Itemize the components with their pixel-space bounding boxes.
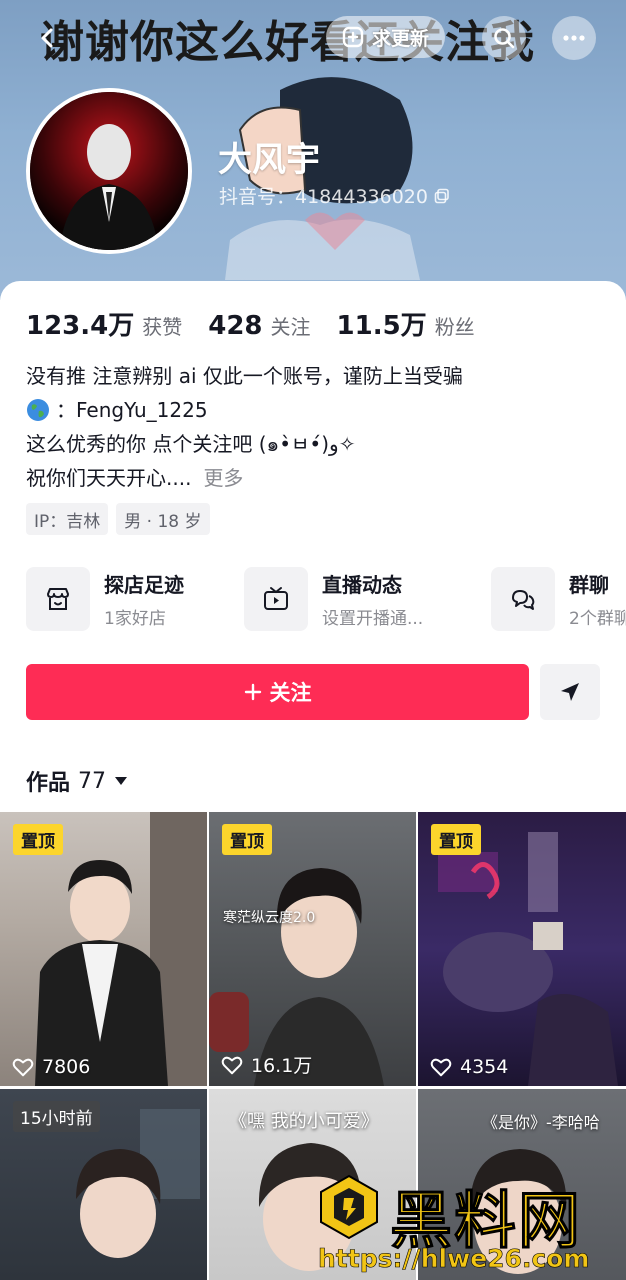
stat-following-value: 428 [208,311,263,341]
stat-followers[interactable]: 11.5万 粉丝 [337,305,475,342]
tv-icon [264,587,288,610]
douyin-id-text: 抖音号：41844336020 [219,186,428,208]
feature-title: 直播动态 [322,573,402,597]
stats-row: 123.4万 获赞 428 关注 11.5万 粉丝 [26,305,501,342]
globe-icon [27,399,49,421]
pinned-badge: 置顶 [431,824,481,855]
plus-icon [244,683,261,701]
feature-shop-visits[interactable]: 探店足迹 1家好店 [26,567,184,631]
video-tile[interactable]: 置顶 7806 [0,812,207,1086]
heart-outline-icon [12,1058,34,1077]
video-overlay-caption: 寒茫纵云度2.0 [223,910,316,926]
profile-tags: IP：吉林 男 · 18 岁 [26,503,210,535]
posted-time-badge: 15小时前 [13,1101,100,1132]
video-tile[interactable]: 置顶 寒茫纵云度2.0 16.1万 [209,812,416,1086]
stat-likes-value: 123.4万 [26,311,135,341]
video-likes-count: 7806 [42,1056,91,1078]
follow-button[interactable]: 关注 [26,664,529,720]
feature-live-updates[interactable]: 直播动态 设置开播通... [244,567,423,631]
copy-icon[interactable] [434,188,450,204]
stat-followers-label: 粉丝 [434,315,475,339]
douyin-id[interactable]: 抖音号：41844336020 [219,182,450,209]
ip-location-tag: IP：吉林 [26,503,109,535]
profile-name: 大风宇 [218,140,320,180]
video-likes: 4354 [430,1056,508,1078]
update-icon [342,26,364,48]
caret-down-icon [115,777,128,785]
request-update-button[interactable]: 求更新 [326,16,446,58]
feature-title: 群聊 [569,573,609,597]
back-button[interactable] [28,18,68,58]
bio-line: 没有推 注意辨别 ai 仅此一个账号，谨防上当受骗 [26,364,463,388]
works-count: 77 [78,768,107,794]
stat-followers-value: 11.5万 [336,311,427,341]
search-icon [494,28,515,49]
profile-banner: 谢谢你这么好看还关注我 求更新 大风宇 抖音号：41844336020 [0,0,626,300]
chat-icon [512,590,535,610]
heart-outline-icon [430,1058,452,1077]
gender-age-tag: 男 · 18 岁 [116,503,210,535]
feature-subtitle: 1家好店 [104,609,166,629]
follow-button-label: 关注 [269,681,312,705]
bio[interactable]: 没有推 注意辨别 ai 仅此一个账号，谨防上当受骗 ：FengYu_1225 这… [26,359,616,495]
bio-line-text: 祝你们天天开心.... [26,466,192,490]
bio-more-link[interactable]: 更多 [203,461,243,495]
heart-outline-icon [221,1056,243,1074]
request-update-label: 求更新 [372,27,430,50]
search-button[interactable] [482,16,526,60]
pinned-badge: 置顶 [222,824,272,855]
feature-icon-box [491,567,555,631]
stat-following-label: 关注 [270,315,311,339]
bio-line: 祝你们天天开心.... 更多 [26,461,616,495]
feature-icon-box [244,567,308,631]
chevron-left-icon [41,28,53,48]
stat-likes[interactable]: 123.4万 获赞 [26,305,182,342]
feature-group-chat[interactable]: 群聊 2个群聊 [491,567,626,631]
site-watermark: 黑料网 https://hlwe26.com [318,1170,618,1276]
bio-handle: ：FengYu_1225 [56,398,208,422]
video-likes: 7806 [12,1056,90,1078]
send-icon [561,683,579,701]
top-bar: 求更新 [0,14,626,60]
send-message-button[interactable] [540,664,600,720]
video-overlay-caption: 《嘿 我的小可爱》 [229,1111,379,1132]
pinned-badge: 置顶 [13,824,63,855]
video-overlay-caption: 《是你》-李哈哈 [482,1113,600,1132]
avatar[interactable] [26,88,192,254]
feature-subtitle: 设置开播通... [322,609,424,629]
stat-following[interactable]: 428 关注 [208,311,310,341]
tab-works-label: 作品 [26,771,71,796]
watermark-url: https://hlwe26.com [318,1244,590,1274]
tab-works[interactable]: 作品 77 [26,765,128,797]
feature-title: 探店足迹 [104,573,184,597]
stat-likes-label: 获赞 [142,315,183,339]
feature-row: 探店足迹 1家好店 直播动态 设置开播通... 群聊 2个群聊 [26,567,626,631]
bio-line: 这么优秀的你 点个关注吧 (๑•̀ㅂ•́)و✧ [26,432,356,456]
feature-subtitle: 2个群聊 [569,609,626,629]
video-likes-count: 4354 [460,1056,509,1078]
avatar-image [30,92,188,250]
video-tile[interactable]: 15小时前 [0,1089,207,1280]
video-likes-count: 16.1万 [251,1055,313,1077]
video-tile[interactable]: 置顶 4354 [418,812,626,1086]
video-likes: 16.1万 [221,1051,312,1078]
shop-icon [47,588,69,610]
bio-line: ：FengYu_1225 [26,393,616,427]
more-button[interactable] [552,16,596,60]
watermark-logo-icon [320,1174,378,1240]
feature-icon-box [26,567,90,631]
more-dots-icon [563,35,585,41]
